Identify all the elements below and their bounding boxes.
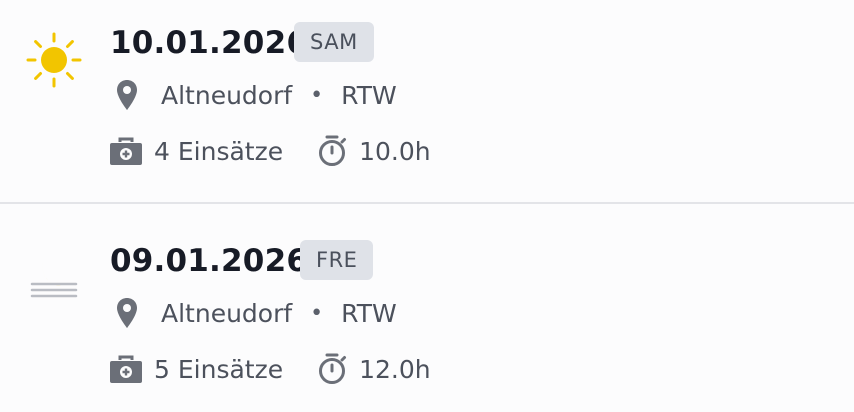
shift-duration: 10.0h: [359, 136, 431, 166]
location-pin-icon: [117, 298, 137, 328]
shift-duration: 12.0h: [359, 354, 431, 384]
vehicle-type: RTW: [341, 80, 397, 110]
shift-list: 10.01.2026 SAM Altneudorf • RTW 4 Einsät…: [0, 0, 854, 412]
stopwatch-icon: [319, 353, 347, 384]
location-row: Altneudorf • RTW: [110, 293, 397, 333]
medical-kit-icon: [110, 355, 142, 383]
medical-kit-icon: [110, 137, 142, 165]
location-row: Altneudorf • RTW: [110, 75, 397, 115]
separator-dot: •: [310, 300, 324, 326]
location-pin-icon: [117, 80, 137, 110]
location-name: Altneudorf: [161, 80, 293, 110]
stopwatch-icon: [319, 135, 347, 166]
stats-row: 5 Einsätze 12.0h: [108, 349, 431, 389]
separator-dot: •: [310, 82, 324, 108]
location-name: Altneudorf: [161, 298, 293, 328]
shift-entry[interactable]: 10.01.2026 SAM Altneudorf • RTW 4 Einsät…: [0, 0, 854, 204]
weekday-badge: FRE: [300, 240, 374, 280]
mission-count: 5 Einsätze: [154, 354, 284, 384]
shift-date: 10.01.2026: [110, 25, 309, 61]
moon-fog-icon: [30, 256, 78, 298]
weekday-badge: SAM: [294, 22, 374, 62]
stats-row: 4 Einsätze 10.0h: [108, 131, 431, 171]
mission-count: 4 Einsätze: [154, 136, 284, 166]
shift-date: 09.01.2026: [110, 243, 309, 279]
sun-icon: [26, 32, 82, 88]
vehicle-type: RTW: [341, 298, 397, 328]
shift-entry[interactable]: 09.01.2026 FRE Altneudorf • RTW 5 Einsät…: [0, 204, 854, 408]
